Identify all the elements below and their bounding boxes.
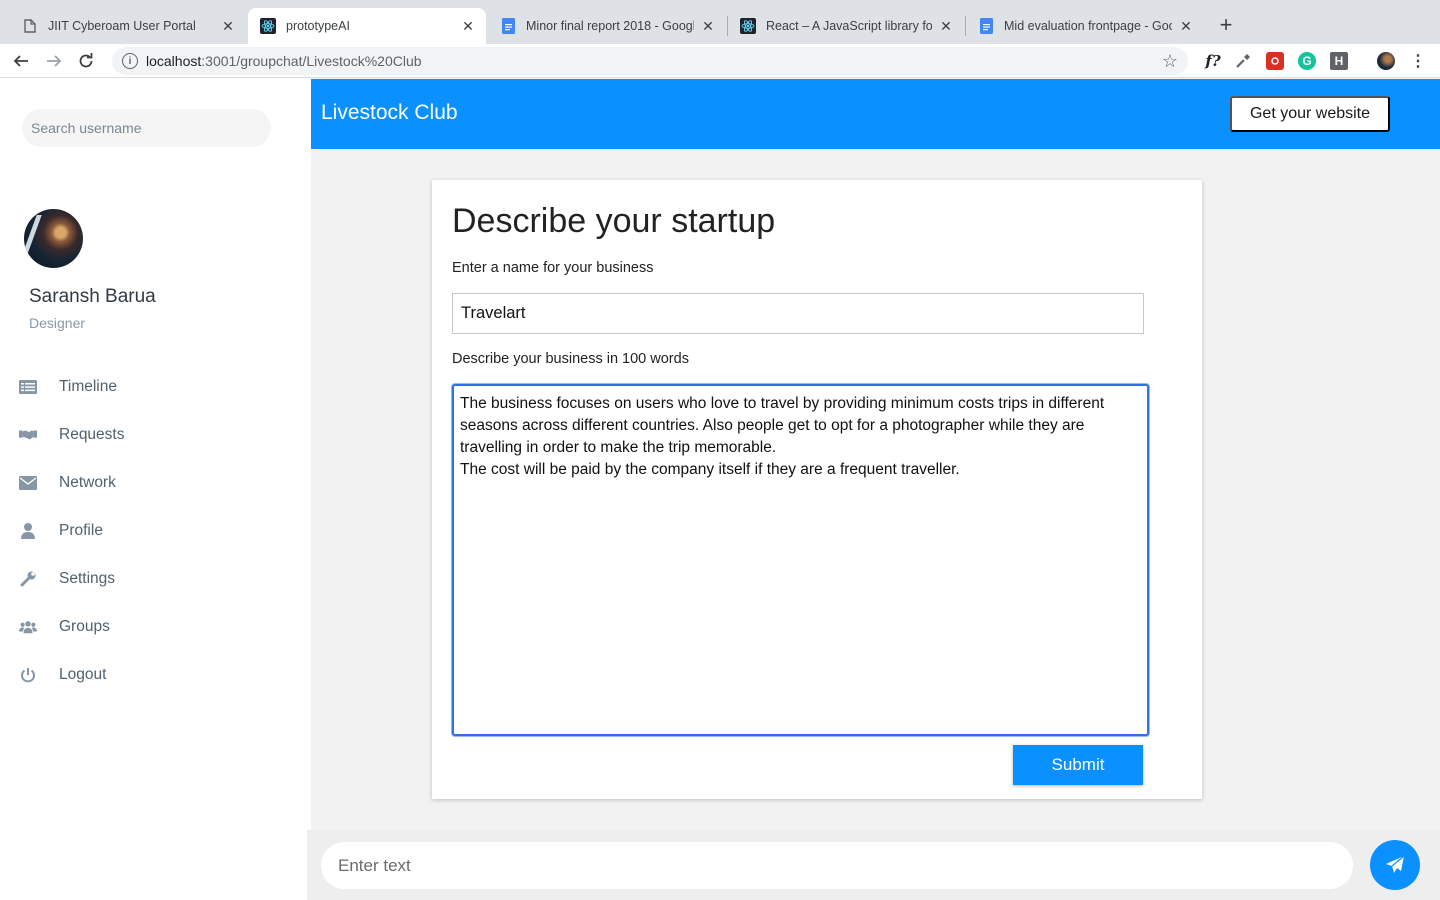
business-name-input[interactable]: [452, 293, 1144, 334]
arrow-left-icon: [13, 55, 28, 67]
eyedropper-extension-icon[interactable]: [1234, 52, 1252, 70]
close-tab-icon[interactable]: ✕: [460, 18, 476, 34]
profile-avatar-icon[interactable]: [1377, 52, 1395, 70]
sidebar-item-settings[interactable]: Settings: [0, 559, 311, 599]
address-bar[interactable]: i localhost:3001/groupchat/Livestock%20C…: [112, 47, 1188, 75]
reload-button[interactable]: [75, 50, 97, 72]
envelope-icon: [19, 474, 37, 492]
user-name: Saransh Barua: [29, 286, 156, 307]
sidebar-item-logout[interactable]: Logout: [0, 655, 311, 695]
red-extension-icon[interactable]: [1266, 52, 1284, 70]
sidebar-item-groups[interactable]: Groups: [0, 607, 311, 647]
h-extension-icon[interactable]: H: [1330, 52, 1348, 70]
sidebar-item-label: Groups: [59, 618, 110, 635]
reload-icon: [79, 53, 93, 68]
browser-tab[interactable]: Minor final report 2018 - Googl ✕: [488, 8, 726, 44]
browser-tab[interactable]: JIIT Cyberoam User Portal ✕: [10, 8, 246, 44]
sidebar-item-label: Logout: [59, 666, 107, 683]
browser-tab-active[interactable]: prototypeAI ✕: [248, 8, 486, 44]
new-tab-button[interactable]: +: [1214, 12, 1238, 37]
sidebar-item-network[interactable]: Network: [0, 463, 311, 503]
browser-tab-strip: JIIT Cyberoam User Portal ✕ prototypeAI …: [0, 0, 1440, 44]
message-input[interactable]: [321, 842, 1353, 889]
sidebar-item-label: Profile: [59, 522, 103, 539]
docs-icon: [978, 18, 994, 34]
formula-extension-icon[interactable]: f?: [1202, 52, 1224, 70]
back-button[interactable]: [10, 50, 32, 72]
url-host: localhost: [146, 53, 202, 69]
browser-tab[interactable]: Mid evaluation frontpage - Goo ✕: [966, 8, 1204, 44]
react-icon: [260, 18, 276, 34]
sidebar-item-label: Requests: [59, 426, 125, 443]
arrow-right-icon: [47, 55, 62, 67]
tab-title: prototypeAI: [286, 19, 350, 33]
business-description-label: Describe your business in 100 words: [452, 351, 689, 367]
send-button[interactable]: [1370, 840, 1420, 890]
users-icon: [19, 618, 37, 636]
close-tab-icon[interactable]: ✕: [1178, 18, 1194, 34]
user-icon: [19, 522, 37, 540]
bookmark-star-icon[interactable]: ☆: [1162, 51, 1178, 72]
wrench-icon: [19, 570, 37, 588]
grammarly-extension-icon[interactable]: G: [1298, 52, 1316, 70]
tab-title: JIIT Cyberoam User Portal: [48, 19, 196, 33]
handshake-icon: [19, 426, 37, 444]
group-title: Livestock Club: [321, 101, 458, 124]
startup-form-card: Describe your startup Enter a name for y…: [432, 180, 1202, 799]
forward-button[interactable]: [43, 50, 65, 72]
sidebar: Saransh Barua Designer Timeline Requests…: [0, 78, 311, 900]
sidebar-item-requests[interactable]: Requests: [0, 415, 311, 455]
more-menu-icon[interactable]: ⋮: [1409, 52, 1427, 70]
close-tab-icon[interactable]: ✕: [938, 18, 954, 34]
sidebar-item-label: Network: [59, 474, 116, 491]
form-title: Describe your startup: [452, 202, 776, 240]
list-icon: [19, 378, 37, 396]
tab-title: Mid evaluation frontpage - Goo: [1004, 19, 1172, 33]
page-icon: [22, 18, 38, 34]
url-path: :3001/groupchat/Livestock%20Club: [201, 53, 422, 69]
sidebar-item-profile[interactable]: Profile: [0, 511, 311, 551]
power-icon: [19, 666, 37, 684]
tab-title: React – A JavaScript library for: [766, 19, 932, 33]
info-icon[interactable]: i: [122, 53, 138, 69]
close-tab-icon[interactable]: ✕: [220, 18, 236, 34]
browser-tab[interactable]: React – A JavaScript library for ✕: [728, 8, 964, 44]
business-name-label: Enter a name for your business: [452, 260, 654, 276]
chat-input-bar: [307, 830, 1440, 900]
business-description-textarea[interactable]: The business focuses on users who love t…: [452, 384, 1149, 736]
close-tab-icon[interactable]: ✕: [700, 18, 716, 34]
react-icon: [740, 18, 756, 34]
sidebar-item-label: Timeline: [59, 378, 117, 395]
sidebar-item-label: Settings: [59, 570, 116, 587]
avatar: [24, 209, 83, 268]
paper-plane-icon: [1386, 855, 1405, 873]
tab-title: Minor final report 2018 - Googl: [526, 19, 694, 33]
docs-icon: [500, 18, 516, 34]
search-username-input[interactable]: [22, 109, 271, 147]
browser-toolbar: i localhost:3001/groupchat/Livestock%20C…: [0, 44, 1440, 78]
get-your-website-button[interactable]: Get your website: [1230, 96, 1390, 132]
group-header: Livestock Club Get your website: [311, 79, 1440, 149]
submit-button[interactable]: Submit: [1013, 745, 1143, 785]
sidebar-item-timeline[interactable]: Timeline: [0, 367, 311, 407]
user-role: Designer: [29, 315, 86, 331]
